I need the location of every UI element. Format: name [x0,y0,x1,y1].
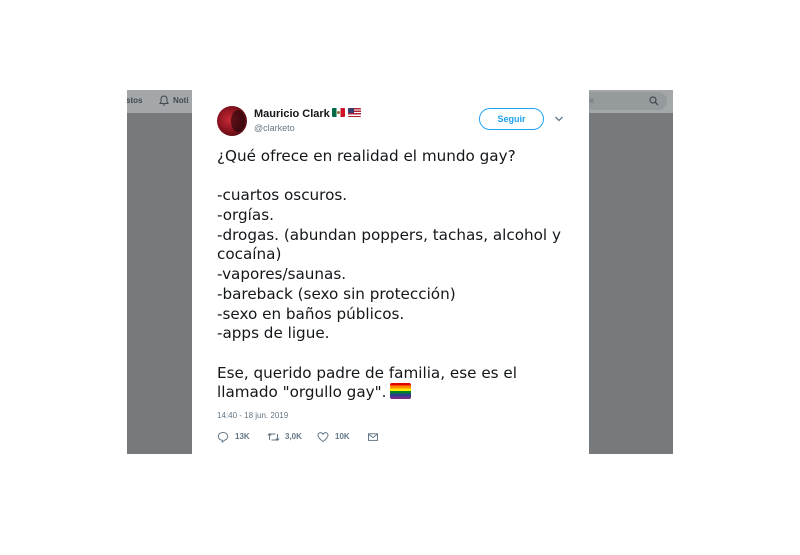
background-nav-notifications-label: Noti [173,96,189,105]
tweet-line: -apps de ligue. [217,324,330,343]
user-handle[interactable]: @clarketo [254,123,295,133]
reply-count: 13K [235,432,250,441]
display-name[interactable]: Mauricio Clark [254,108,330,120]
tweet-card: Mauricio Clark @clarketo Seguir ¿Qué ofr… [192,90,589,454]
tweet-line: -drogas. (abundan poppers, tachas, alcoh… [217,225,561,244]
heart-icon [317,432,329,443]
tweet-line: -sexo en baños públicos. [217,304,405,323]
avatar[interactable] [217,106,247,136]
search-icon [649,96,659,106]
tweet-line: -vapores/saunas. [217,265,347,284]
usa-flag-icon [348,108,361,117]
tweet-line [217,344,577,364]
retweet-icon [267,432,280,442]
tweet-line-last: llamado "orgullo gay". [217,383,577,403]
tweet-text: ¿Qué ofrece en realidad el mundo gay? -c… [217,147,577,403]
background-search-hint: e [589,96,594,105]
tweet-line: -cuartos oscuros. [217,186,348,205]
reply-icon [217,431,229,443]
name-flags [332,108,362,118]
rainbow-flag-icon [390,383,412,400]
envelope-icon [368,433,378,441]
retweet-count: 3,0K [285,432,302,441]
tweet-line: -orgías. [217,206,274,225]
follow-button[interactable]: Seguir [479,108,544,130]
chevron-down-icon[interactable] [554,115,564,123]
background-nav-left: stos Noti [127,90,192,113]
tweet-line-last-text: llamado "orgullo gay". [217,383,387,402]
tweet-line: Ese, querido padre de familia, ese es el [217,363,517,382]
tweet-timestamp[interactable]: 14:40 - 18 jun. 2019 [217,411,288,420]
mexico-flag-icon [332,108,345,117]
like-count: 10K [335,432,350,441]
bell-icon [159,95,169,106]
avatar-figure [231,110,245,132]
background-nav-right: e [589,90,673,113]
background-search-box: e [589,92,667,110]
tweet-line [217,167,577,187]
tweet-line: cocaína) [217,245,282,264]
tweet-line: -bareback (sexo sin protección) [217,284,456,303]
background-nav-tab-label: stos [127,96,143,105]
tweet-line: ¿Qué ofrece en realidad el mundo gay? [217,147,516,165]
